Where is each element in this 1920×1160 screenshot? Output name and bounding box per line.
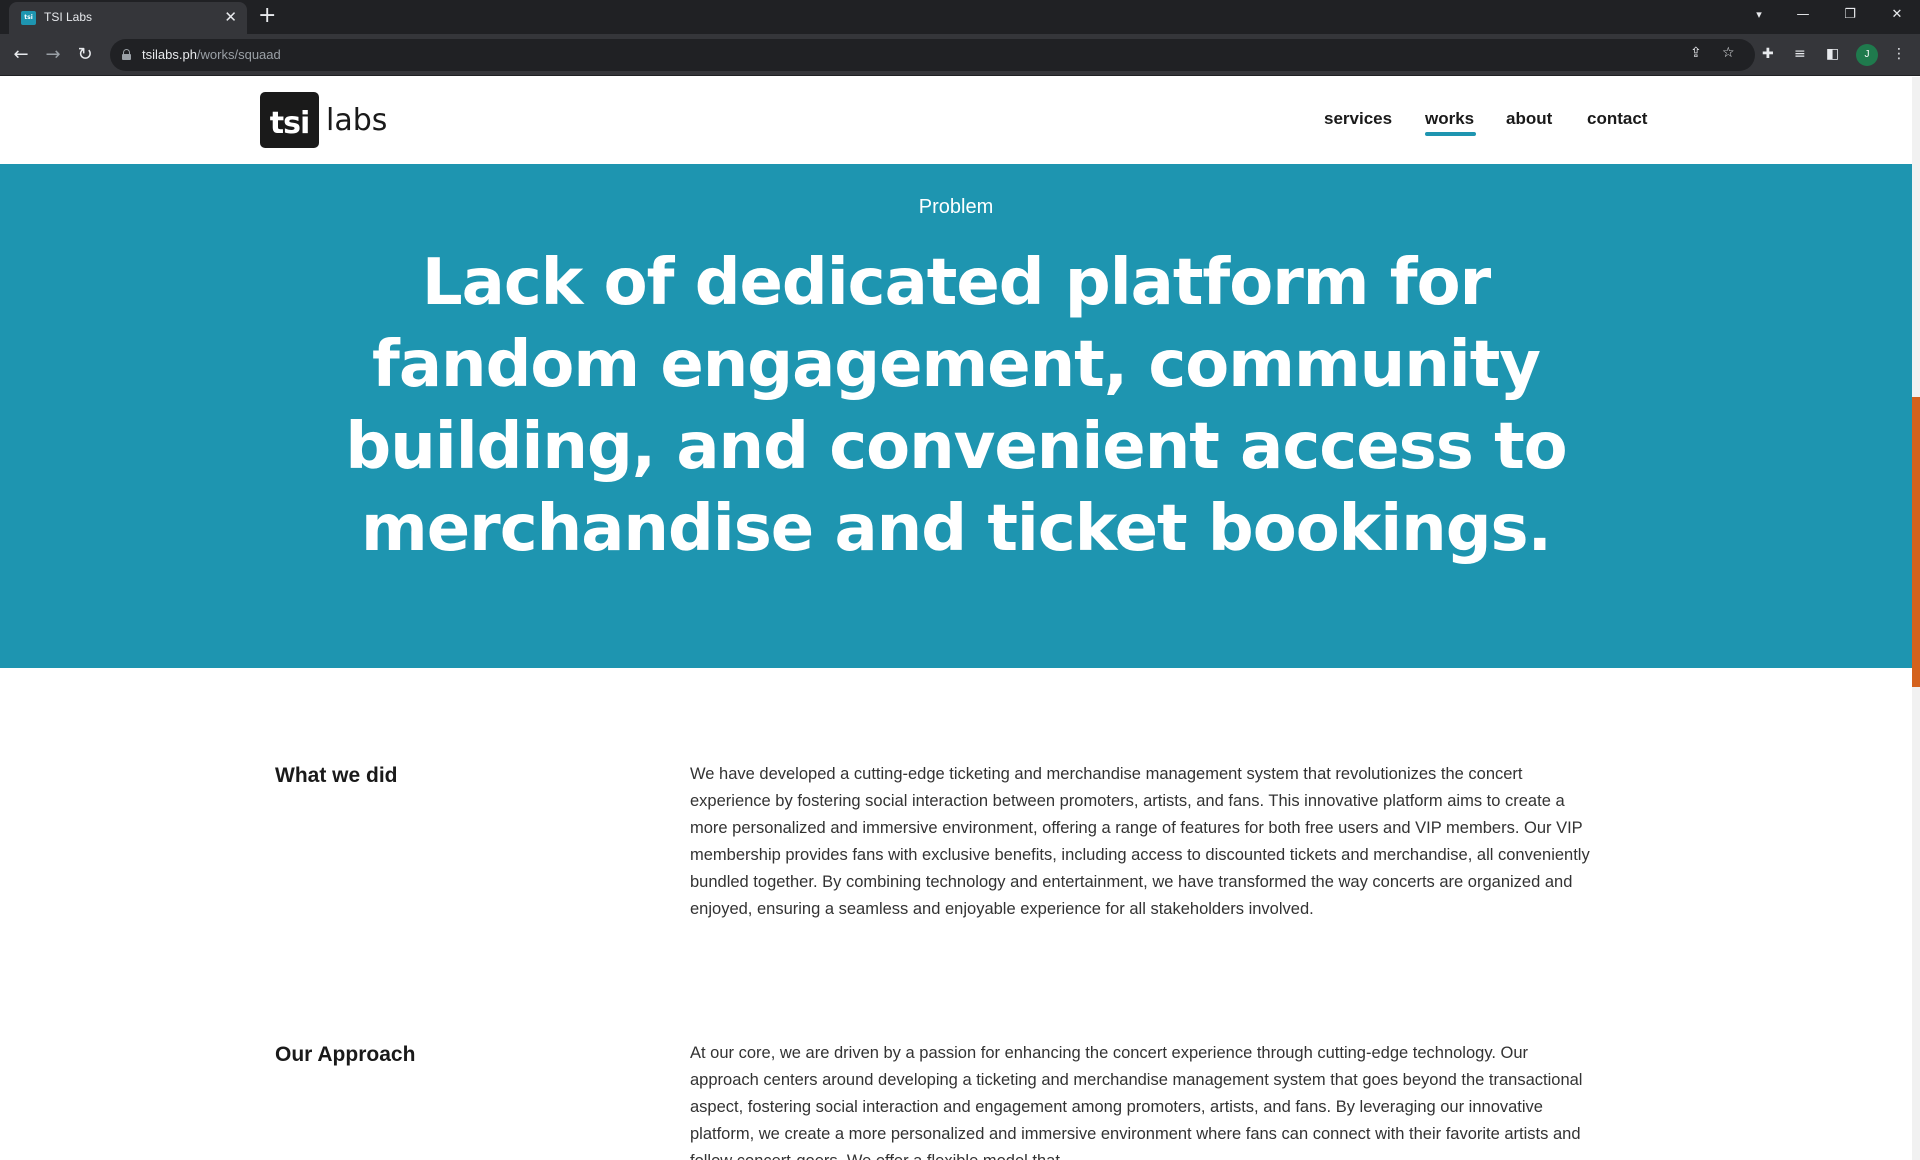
lock-icon[interactable] bbox=[122, 49, 131, 60]
more-menu-icon[interactable]: ⋮ bbox=[1892, 46, 1906, 62]
extensions-puzzle-icon[interactable]: ✚ bbox=[1762, 46, 1774, 62]
forward-arrow-icon[interactable]: → bbox=[38, 40, 68, 70]
section-body: At our core, we are driven by a passion … bbox=[690, 1044, 1583, 1160]
logo-wordmark[interactable]: labs bbox=[326, 103, 387, 138]
new-tab-icon[interactable]: + bbox=[258, 2, 276, 30]
browser-tab[interactable]: tsi TSI Labs ✕ bbox=[9, 2, 247, 34]
reload-icon[interactable]: ↻ bbox=[70, 40, 100, 70]
nav-contact[interactable]: contact bbox=[1587, 109, 1647, 129]
back-arrow-icon[interactable]: ← bbox=[6, 40, 36, 70]
page-scrollbar[interactable] bbox=[1912, 77, 1920, 1160]
section-body: We have developed a cutting-edge ticketi… bbox=[690, 765, 1590, 918]
section-heading: What we did bbox=[275, 764, 398, 787]
url-path: /works/squaad bbox=[196, 47, 281, 62]
url-text[interactable]: tsilabs.ph/works/squaad bbox=[142, 47, 281, 62]
media-queue-icon[interactable]: ≡ bbox=[1794, 46, 1806, 62]
tab-search-chevron-icon[interactable]: ▾ bbox=[1744, 0, 1774, 30]
window-close-icon[interactable]: ✕ bbox=[1874, 0, 1920, 30]
page-viewport: tsi labs services works about contact Pr… bbox=[0, 77, 1920, 1160]
section-heading: Our Approach bbox=[275, 1043, 416, 1066]
side-panel-icon[interactable]: ◧ bbox=[1826, 46, 1839, 62]
nav-active-indicator bbox=[1425, 132, 1476, 136]
nav-works[interactable]: works bbox=[1425, 109, 1474, 129]
profile-avatar[interactable]: J bbox=[1856, 44, 1878, 66]
browser-tabstrip: tsi TSI Labs ✕ + ▾ — ❐ ✕ bbox=[0, 0, 1920, 34]
tab-close-icon[interactable]: ✕ bbox=[224, 8, 237, 26]
share-icon[interactable]: ⇪ bbox=[1690, 45, 1702, 61]
address-bar[interactable]: tsilabs.ph/works/squaad ⇪ ☆ bbox=[110, 39, 1755, 71]
site-header: tsi labs services works about contact bbox=[0, 77, 1912, 164]
tab-title: TSI Labs bbox=[44, 10, 93, 24]
logo-mark[interactable]: tsi bbox=[260, 92, 319, 148]
hero-eyebrow: Problem bbox=[918, 196, 994, 218]
minimize-icon[interactable]: — bbox=[1780, 0, 1826, 30]
tab-favicon-icon: tsi bbox=[21, 11, 36, 25]
bookmark-star-icon[interactable]: ☆ bbox=[1722, 45, 1735, 61]
browser-toolbar: ← → ↻ tsilabs.ph/works/squaad ⇪ ☆ ✚ ≡ ◧ … bbox=[0, 34, 1920, 76]
nav-about[interactable]: about bbox=[1506, 109, 1552, 129]
scrollbar-thumb[interactable] bbox=[1912, 397, 1920, 687]
problem-hero: Problem Lack of dedicated platform for f… bbox=[0, 164, 1912, 668]
hero-title: Lack of dedicated platform for fandom en… bbox=[345, 246, 1567, 566]
nav-services[interactable]: services bbox=[1324, 109, 1392, 129]
restore-icon[interactable]: ❐ bbox=[1827, 0, 1873, 30]
url-domain: tsilabs.ph bbox=[142, 47, 197, 62]
